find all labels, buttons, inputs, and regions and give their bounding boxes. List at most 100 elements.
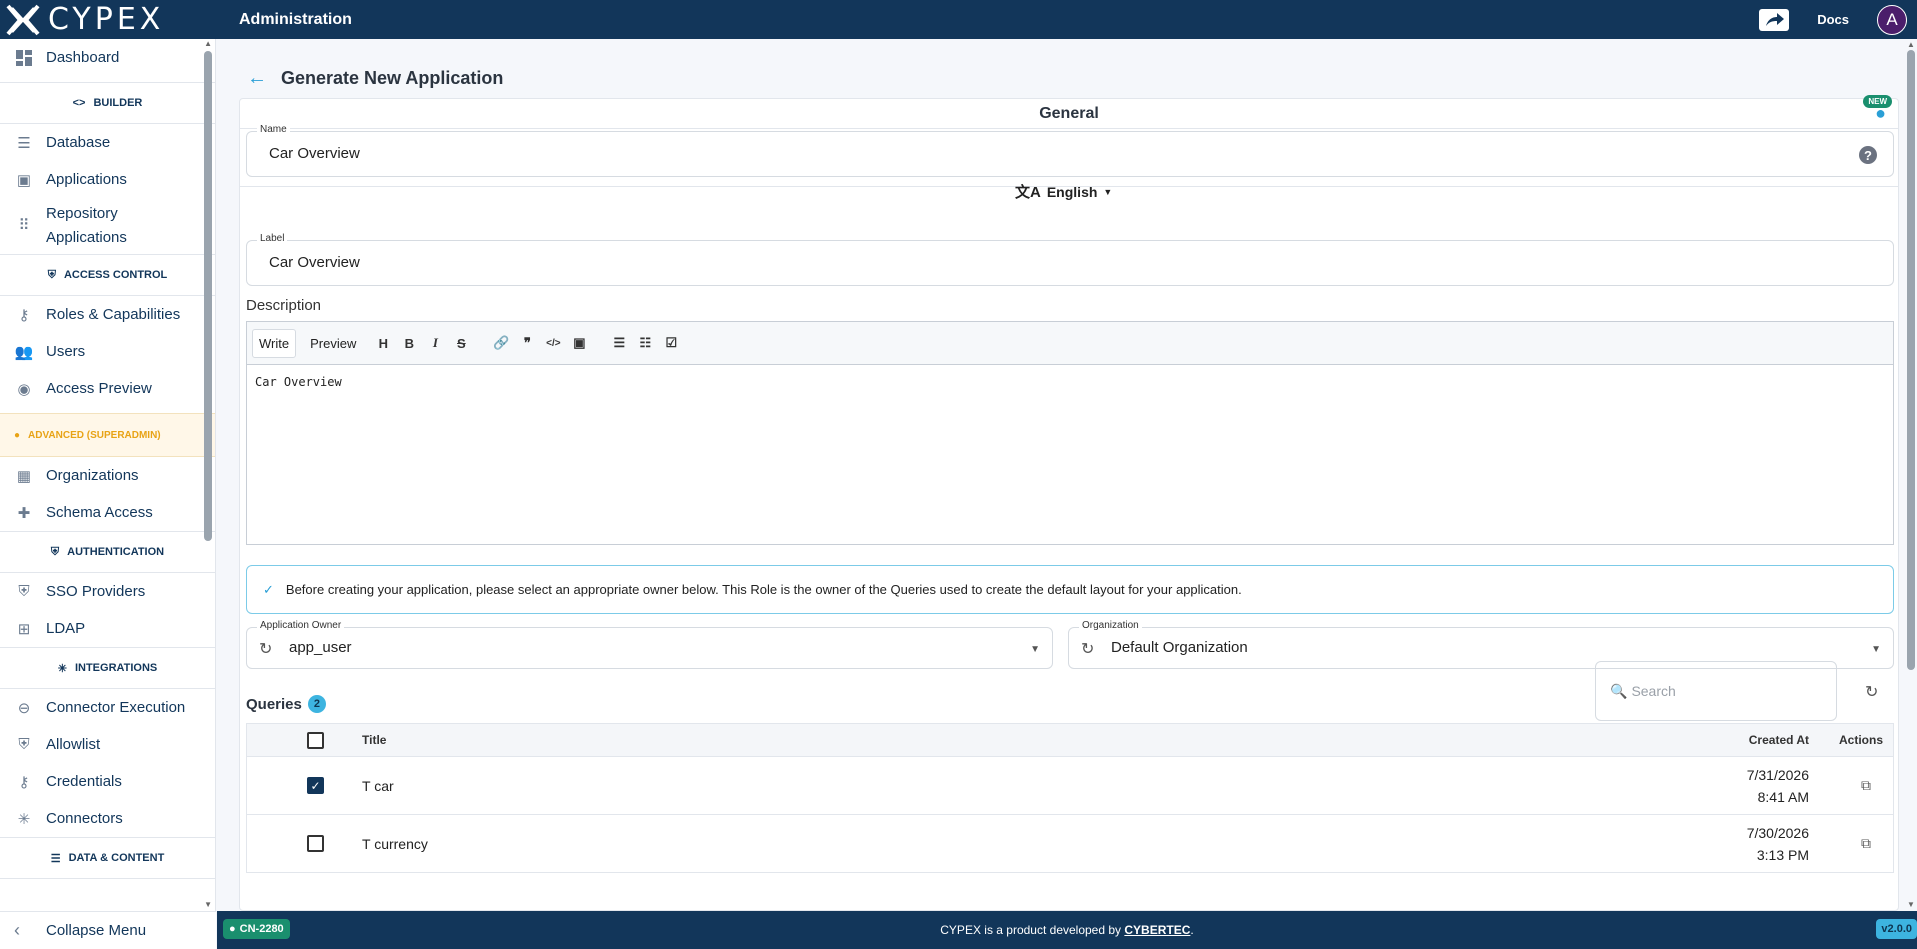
organization-label: Organization [1079,620,1142,631]
user-avatar[interactable]: A [1877,4,1907,35]
footer-text: CYPEX is a product developed by CYBERTEC… [940,923,1193,937]
name-field[interactable]: Name Car Overview ? [246,124,1894,177]
shield-icon: ⛨ [47,268,56,281]
link-icon[interactable]: 🔗 [488,335,514,351]
section-label: DATA & CONTENT [68,852,165,864]
code-icon[interactable]: </> [540,338,566,349]
refresh-icon[interactable]: ↻ [1081,639,1094,659]
sidebar-item-access-preview[interactable]: ◉ Access Preview [0,370,215,407]
caret-down-icon: ▼ [1871,644,1881,655]
sidebar-item-organizations[interactable]: ▦ Organizations [0,457,215,494]
top-bar: CYPEX Administration Docs A [0,0,1917,39]
description-textarea[interactable]: Car Overview [247,365,1893,399]
description-editor: Write Preview H B I S 🔗 ❞ </> ▣ ☰ ☷ ☑ Ca… [246,321,1894,545]
sidebar-scrollbar[interactable] [204,51,212,541]
sidebar-item-connectors[interactable]: ✳ Connectors [0,800,215,837]
organization-value: Default Organization [1111,639,1248,656]
check-circle-icon: ✓ [263,581,274,597]
app-section-title: Administration [239,10,352,28]
sidebar-item-repository-applications[interactable]: ⠿ Repository Applications [0,198,215,254]
sidebar-item-schema-access[interactable]: ✚ Schema Access [0,494,215,531]
sidebar-section-builder: <> BUILDER [0,82,215,124]
brand-logo[interactable]: CYPEX [0,0,217,39]
sidebar-item-ldap[interactable]: ⊞ LDAP [0,610,215,647]
refresh-icon[interactable]: ↻ [259,639,272,659]
shield-icon: ⛨ [18,583,30,600]
docs-link[interactable]: Docs [1817,12,1849,27]
sidebar-item-dashboard[interactable]: Dashboard [0,39,215,76]
share-button[interactable] [1759,8,1790,31]
preview-tab[interactable]: Preview [304,330,362,357]
select-all-checkbox[interactable] [307,731,324,749]
main-scrollbar[interactable] [1907,50,1915,670]
puzzle-icon: ✚ [17,504,31,522]
back-arrow-icon[interactable]: ← [247,67,267,90]
italic-icon[interactable]: I [422,335,448,351]
sidebar-item-credentials[interactable]: ⚷ Credentials [0,763,215,800]
branch-badge[interactable]: ● CN-2280 [223,919,290,939]
sidebar-item-database[interactable]: ☰ Database [0,124,215,161]
application-owner-select[interactable]: Application Owner ↻ app_user ▼ [246,620,1053,669]
sidebar-item-label: Dashboard [46,49,120,66]
bullet-list-icon[interactable]: ☰ [606,335,632,351]
language-selector[interactable]: 文A English ▼ [1015,181,1112,202]
section-label: INTEGRATIONS [74,662,158,674]
sidebar-item-sso[interactable]: ⛨ SSO Providers [0,573,215,610]
sidebar-item-roles[interactable]: ⚷ Roles & Capabilities [0,296,215,333]
key-icon: ⚷ [18,306,30,324]
sidebar-item-connector-execution[interactable]: ⊖ Connector Execution [0,689,215,726]
open-external-icon[interactable]: ⧉ [1861,777,1871,794]
help-icon[interactable]: ? [1859,146,1877,164]
sidebar: Dashboard <> BUILDER ☰ Database ▣ Applic… [0,39,216,911]
open-external-icon[interactable]: ⧉ [1861,835,1871,852]
bold-icon[interactable]: B [396,336,422,351]
collapse-menu-button[interactable]: ‹ Collapse Menu [0,911,216,949]
queries-table: Title Created At Actions ✓ T car 7/31/20… [246,723,1894,873]
sidebar-section-access-control: ⛨ ACCESS CONTROL [0,254,215,296]
sidebar-item-users[interactable]: 👥 Users [0,333,215,370]
dashboard-icon [14,48,34,68]
heading-icon[interactable]: H [370,336,396,351]
theme-button[interactable]: ● NEW [1863,95,1892,124]
refresh-icon[interactable]: ↻ [1865,682,1878,702]
owner-label: Application Owner [257,620,345,631]
scroll-down-arrow-icon[interactable]: ▼ [1907,900,1915,909]
sidebar-item-label: Schema Access [46,504,153,521]
sidebar-section-data-content: ☰ DATA & CONTENT [0,837,215,879]
sidebar-item-allowlist[interactable]: ⛨ Allowlist [0,726,215,763]
row-checkbox[interactable] [307,835,324,852]
new-badge: NEW [1863,95,1892,108]
table-row[interactable]: ✓ T car 7/31/2026 8:41 AM ⧉ [246,757,1894,815]
row-time: 8:41 AM [1757,788,1809,805]
image-icon[interactable]: ▣ [566,335,592,351]
company-link[interactable]: CYBERTEC [1124,923,1190,937]
key-icon: ⚷ [18,773,30,791]
strikethrough-icon[interactable]: S [448,336,474,351]
hub-icon: ✳ [17,810,31,828]
task-list-icon[interactable]: ☑ [658,335,684,351]
table-row[interactable]: T currency 7/30/2026 3:13 PM ⧉ [246,815,1894,873]
scroll-up-arrow-icon[interactable]: ▲ [204,39,212,48]
database-icon: ☰ [17,134,31,152]
main-content: ← Generate New Application General ● NEW… [217,39,1900,911]
owner-value: app_user [289,639,352,656]
write-tab[interactable]: Write [252,328,297,358]
shield-icon: ⛨ [18,736,30,753]
quote-icon[interactable]: ❞ [514,335,540,351]
code-icon: <> [72,97,86,109]
section-label: ADVANCED (SUPERADMIN) [28,429,161,441]
scroll-down-arrow-icon[interactable]: ▼ [204,900,212,909]
footer-suffix: . [1190,923,1194,937]
users-icon: 👥 [14,343,34,361]
sidebar-item-applications[interactable]: ▣ Applications [0,161,215,198]
numbered-list-icon[interactable]: ☷ [632,335,658,351]
scroll-up-arrow-icon[interactable]: ▲ [1907,40,1915,49]
row-created-at: 7/31/2026 8:41 AM [1747,764,1809,808]
sidebar-item-label: Users [46,343,86,360]
chevron-left-icon: ‹ [14,920,20,940]
search-input[interactable]: 🔍 Search [1595,661,1837,721]
row-checkbox[interactable]: ✓ [307,777,324,794]
brand-name: CYPEX [48,2,165,37]
sidebar-item-label: Database [46,134,111,151]
label-field[interactable]: Label Car Overview [246,233,1894,286]
